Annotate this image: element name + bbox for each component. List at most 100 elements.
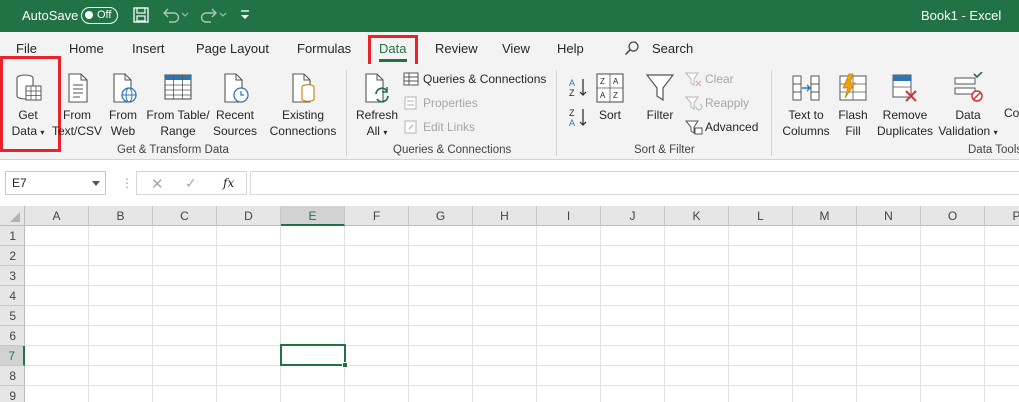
- recent-sources-label-2: Sources: [212, 124, 258, 138]
- autosave-toggle[interactable]: Off: [81, 7, 118, 24]
- tab-formulas[interactable]: Formulas: [297, 41, 351, 56]
- recent-sources-button[interactable]: Recent Sources: [212, 72, 258, 139]
- row-header-4[interactable]: 4: [0, 286, 25, 306]
- search-box[interactable]: Search: [652, 41, 693, 56]
- row-header-9[interactable]: 9: [0, 386, 25, 402]
- data-validation-label-2: Validation ▾: [938, 124, 998, 138]
- clear-label: Clear: [705, 72, 734, 86]
- cells-area[interactable]: [25, 226, 1019, 402]
- search-icon[interactable]: [624, 40, 640, 56]
- existing-connections-button[interactable]: Existing Connections: [266, 72, 340, 139]
- queries-connections-label: Queries & Connections: [423, 72, 547, 86]
- column-header-d[interactable]: D: [217, 206, 281, 226]
- selected-cell-e7[interactable]: [280, 344, 348, 368]
- enter-icon[interactable]: ✓: [185, 175, 197, 192]
- customize-qat-icon[interactable]: [238, 6, 252, 24]
- cancel-icon[interactable]: ✕: [151, 175, 164, 193]
- row-header-7[interactable]: 7: [0, 346, 25, 366]
- recent-sources-label-1: Recent: [215, 108, 255, 122]
- flash-fill-button[interactable]: Flash Fill: [834, 72, 872, 139]
- tab-review[interactable]: Review: [435, 41, 478, 56]
- title-bar: AutoSave Off Book1 - Excel: [0, 0, 1019, 32]
- row-header-1[interactable]: 1: [0, 226, 25, 246]
- column-header-m[interactable]: M: [793, 206, 857, 226]
- fill-handle[interactable]: [342, 362, 348, 368]
- formula-bar-grip-icon[interactable]: ⋮: [121, 176, 133, 190]
- formula-input[interactable]: [250, 171, 1019, 195]
- column-header-p[interactable]: P: [985, 206, 1019, 226]
- consolidate-button-partial[interactable]: Co: [1004, 105, 1019, 121]
- column-header-f[interactable]: F: [345, 206, 409, 226]
- redo-icon[interactable]: [198, 6, 228, 24]
- refresh-label-1: Refresh: [355, 108, 399, 122]
- tab-page-layout[interactable]: Page Layout: [196, 41, 269, 56]
- tab-home[interactable]: Home: [69, 41, 104, 56]
- text-to-columns-button[interactable]: Text to Columns: [779, 72, 833, 139]
- column-header-l[interactable]: L: [729, 206, 793, 226]
- column-header-g[interactable]: G: [409, 206, 473, 226]
- reapply-button[interactable]: Reapply: [685, 95, 755, 111]
- group-separator: [556, 70, 557, 156]
- sort-ascending-icon[interactable]: A Z: [568, 76, 590, 98]
- remove-duplicates-label-2: Duplicates: [876, 124, 934, 138]
- row-header-2[interactable]: 2: [0, 246, 25, 266]
- column-header-k[interactable]: K: [665, 206, 729, 226]
- chevron-down-icon[interactable]: [92, 181, 100, 186]
- group-label-data-tools: Data Tools: [968, 144, 1019, 156]
- worksheet-grid: ABCDEFGHIJKLMNOP 123456789: [0, 206, 1019, 402]
- queries-connections-button[interactable]: Queries & Connections: [403, 71, 553, 87]
- svg-text:Z: Z: [600, 77, 605, 86]
- column-header-o[interactable]: O: [921, 206, 985, 226]
- advanced-button[interactable]: Advanced: [685, 119, 765, 135]
- name-box[interactable]: E7: [5, 171, 106, 195]
- from-web-button[interactable]: From Web: [103, 72, 143, 139]
- properties-icon: [404, 96, 417, 110]
- column-header-h[interactable]: H: [473, 206, 537, 226]
- insert-function-button[interactable]: fx: [223, 176, 234, 190]
- edit-links-icon: [404, 120, 417, 134]
- svg-text:Z: Z: [569, 108, 575, 118]
- column-header-n[interactable]: N: [857, 206, 921, 226]
- autosave-state: Off: [97, 9, 112, 21]
- group-label-sort-filter: Sort & Filter: [634, 144, 695, 156]
- refresh-icon: [365, 73, 389, 103]
- from-text-csv-button[interactable]: From Text/CSV: [52, 72, 102, 139]
- edit-links-button[interactable]: Edit Links: [403, 119, 493, 135]
- tab-insert[interactable]: Insert: [132, 41, 165, 56]
- properties-button[interactable]: Properties: [403, 95, 493, 111]
- data-validation-label-1: Data: [955, 108, 981, 122]
- existing-connections-label-2: Connections: [269, 124, 337, 138]
- column-header-c[interactable]: C: [153, 206, 217, 226]
- sort-icon: Z A A Z: [596, 73, 624, 103]
- sort-descending-icon[interactable]: Z A: [568, 106, 590, 128]
- autosave-label: AutoSave: [22, 8, 79, 23]
- row-header-6[interactable]: 6: [0, 326, 25, 346]
- refresh-all-button[interactable]: Refresh All ▾: [354, 72, 400, 141]
- tab-help[interactable]: Help: [557, 41, 584, 56]
- column-header-b[interactable]: B: [89, 206, 153, 226]
- select-all-corner[interactable]: [0, 206, 25, 226]
- edit-links-label: Edit Links: [423, 120, 476, 134]
- column-header-j[interactable]: J: [601, 206, 665, 226]
- save-icon[interactable]: [132, 6, 150, 24]
- clear-button[interactable]: Clear: [685, 71, 745, 87]
- toggle-knob: [85, 11, 93, 19]
- column-header-a[interactable]: A: [25, 206, 89, 226]
- group-label-get-transform: Get & Transform Data: [117, 144, 229, 156]
- row-header-3[interactable]: 3: [0, 266, 25, 286]
- undo-icon[interactable]: [160, 6, 190, 24]
- data-validation-button[interactable]: Data Validation ▾: [936, 72, 1000, 141]
- tab-view[interactable]: View: [502, 41, 530, 56]
- svg-text:Z: Z: [569, 88, 575, 98]
- column-header-i[interactable]: I: [537, 206, 601, 226]
- sort-button[interactable]: Z A A Z Sort: [592, 72, 628, 123]
- svg-text:A: A: [569, 118, 575, 128]
- filter-button[interactable]: Filter: [641, 72, 679, 123]
- from-table-range-button[interactable]: From Table/ Range: [145, 72, 211, 139]
- column-header-e[interactable]: E: [281, 206, 345, 226]
- row-header-8[interactable]: 8: [0, 366, 25, 386]
- tab-file[interactable]: File: [16, 41, 37, 56]
- reapply-label: Reapply: [705, 96, 750, 110]
- row-header-5[interactable]: 5: [0, 306, 25, 326]
- remove-duplicates-button[interactable]: Remove Duplicates: [876, 72, 934, 139]
